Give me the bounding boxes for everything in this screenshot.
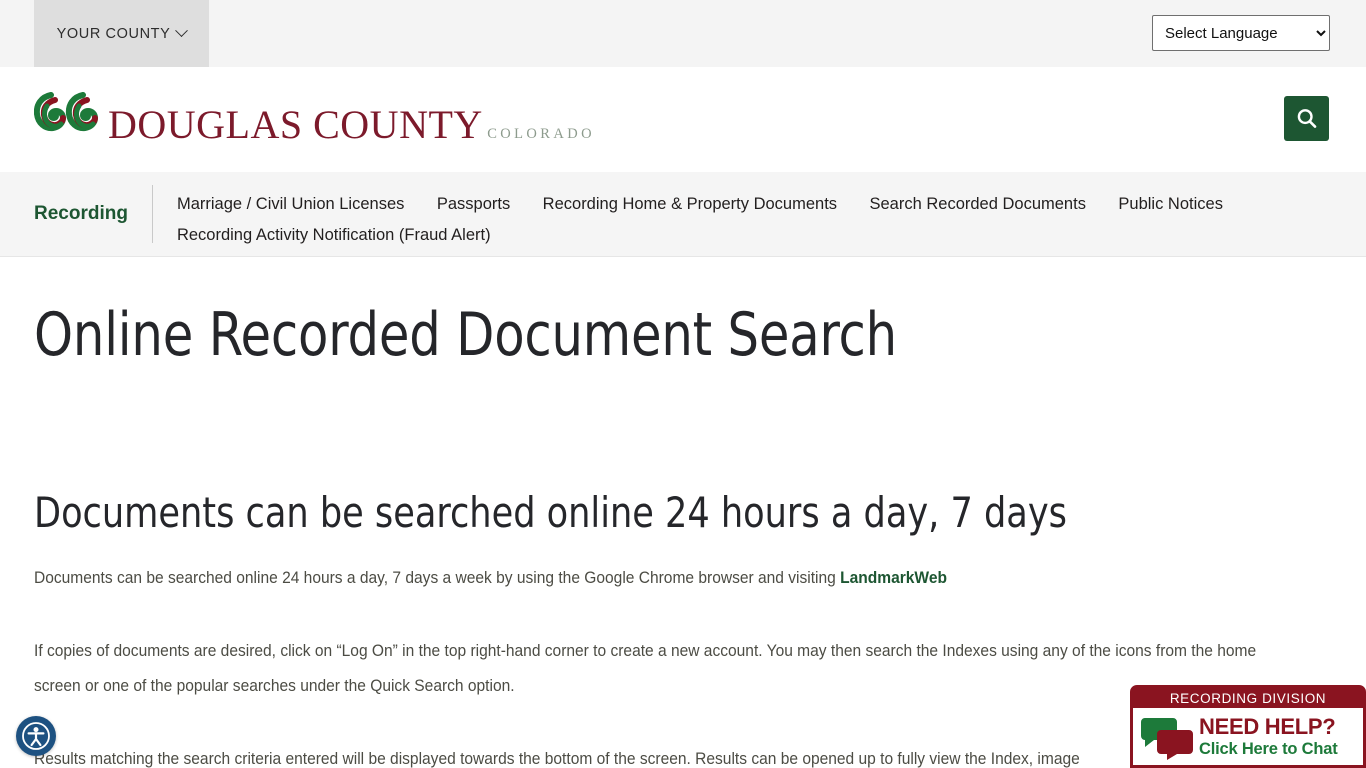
paragraph-availability-text: Documents can be searched online 24 hour… [34, 569, 841, 588]
section-heading: Documents can be searched online 24 hour… [34, 488, 1067, 537]
section-navigation-inner: Recording Marriage / Civil Union License… [0, 172, 1366, 256]
nav-link-public-notices[interactable]: Public Notices [1118, 189, 1223, 220]
chat-bubbles-icon [1141, 717, 1193, 760]
nav-link-passports[interactable]: Passports [437, 189, 510, 220]
top-utility-bar: YOUR COUNTY Select Language [0, 0, 1366, 67]
paragraph-logon-instructions: If copies of documents are desired, clic… [34, 642, 1257, 696]
nav-links: Marriage / Civil Union Licenses Passport… [153, 172, 1366, 251]
section-navigation: Recording Marriage / Civil Union License… [0, 172, 1366, 257]
logo-sub-text: COLORADO [487, 126, 595, 142]
nav-link-marriage-civil-union-licenses[interactable]: Marriage / Civil Union Licenses [177, 189, 404, 220]
page-root: YOUR COUNTY Select Language DOUGLAS COUN… [0, 0, 1366, 768]
chat-widget-title: NEED HELP? [1199, 713, 1336, 739]
nav-link-search-recorded-documents[interactable]: Search Recorded Documents [870, 189, 1086, 220]
your-county-dropdown[interactable]: YOUR COUNTY [34, 0, 209, 67]
chat-widget-subtitle: Click Here to Chat [1199, 739, 1338, 758]
paragraph-availability: Documents can be searched online 24 hour… [34, 561, 1274, 596]
chat-widget-texts: NEED HELP? Click Here to Chat [1199, 713, 1338, 758]
chat-widget[interactable]: RECORDING DIVISION NEED HELP? Click Here… [1130, 685, 1366, 768]
accessibility-button[interactable] [16, 716, 56, 756]
site-header: DOUGLAS COUNTY COLORADO [0, 67, 1366, 173]
accessibility-person-icon [22, 722, 50, 750]
language-select[interactable]: Select Language [1152, 15, 1330, 51]
douglas-county-swirl-logo-icon [34, 92, 99, 132]
search-icon [1297, 108, 1316, 128]
landmarkweb-link[interactable]: LandmarkWeb [840, 569, 947, 587]
paragraph-results-instructions: Results matching the search criteria ent… [34, 750, 1080, 768]
logo-main-text: DOUGLAS COUNTY [108, 102, 483, 147]
page-title: Online Recorded Document Search [34, 300, 897, 370]
chat-widget-body: NEED HELP? Click Here to Chat [1133, 708, 1363, 765]
chevron-down-icon [175, 24, 189, 38]
site-logo-link[interactable]: DOUGLAS COUNTY COLORADO [34, 92, 595, 145]
your-county-label: YOUR COUNTY [56, 25, 171, 42]
logo-text-block: DOUGLAS COUNTY COLORADO [108, 105, 595, 145]
nav-link-recording-activity-notification[interactable]: Recording Activity Notification (Fraud A… [177, 220, 491, 251]
nav-link-recording-home-property-documents[interactable]: Recording Home & Property Documents [543, 189, 837, 220]
chat-widget-header: RECORDING DIVISION [1169, 690, 1327, 706]
search-button[interactable] [1284, 96, 1329, 141]
section-title-recording[interactable]: Recording [34, 172, 152, 225]
